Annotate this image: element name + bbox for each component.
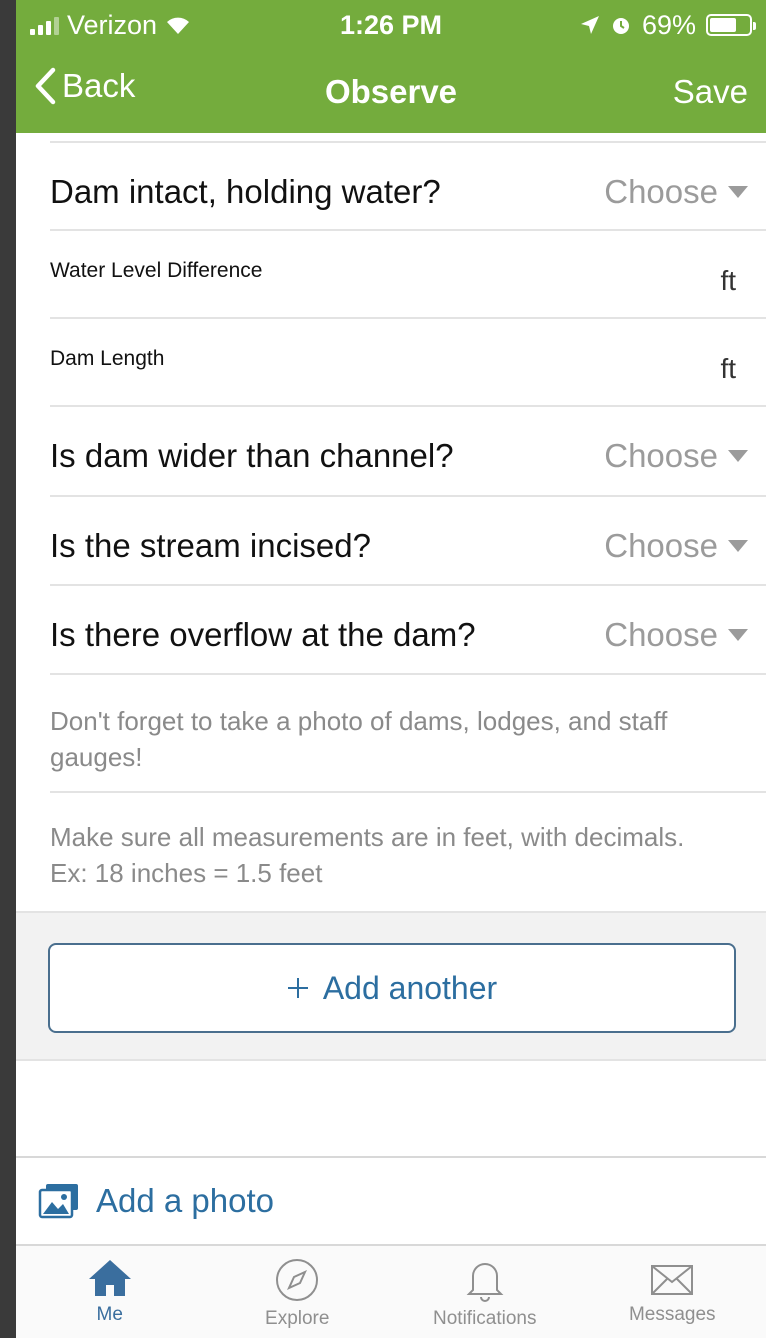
dam-wider-select[interactable]: Choose [604,437,748,475]
status-right: 69% [580,9,756,40]
add-another-label: Add another [322,969,498,1006]
photo-reminder-note: Don't forget to take a photo of dams, lo… [50,706,668,772]
add-another-section: Add another [16,911,766,1061]
field-dam-length[interactable]: Dam Length ft [50,319,766,407]
field-label: Is dam wider than channel? [50,437,454,474]
field-dam-intact[interactable]: Dam intact, holding water? Choose [50,143,766,231]
field-label: Dam intact, holding water? [50,173,441,210]
tab-bar: Me Explore Notifications Messages [16,1244,766,1338]
field-water-level-difference[interactable]: Water Level Difference ft [50,231,766,319]
select-value: Choose [604,173,718,210]
field-overflow[interactable]: Is there overflow at the dam? Choose [50,586,766,675]
form-divider [50,791,766,793]
page-title: Observe [324,73,458,110]
field-stream-incised[interactable]: Is the stream incised? Choose [50,497,766,586]
caret-down-icon [728,450,748,462]
home-icon [88,1260,131,1296]
tab-me[interactable]: Me [16,1246,204,1338]
location-arrow-icon [580,16,599,34]
caret-down-icon [728,540,748,552]
compass-icon [276,1259,319,1301]
bell-icon [466,1263,504,1302]
unit-label: ft [720,265,736,296]
overflow-select[interactable]: Choose [604,616,748,654]
field-label: Water Level Difference [50,259,263,282]
field-label: Dam Length [50,347,165,370]
unit-label: ft [720,353,736,384]
tab-label: Messages [628,1304,716,1325]
form-divider [50,133,766,143]
add-photo-button[interactable]: Add a photo [16,1156,766,1244]
battery-level [710,18,737,32]
envelope-icon [651,1265,694,1295]
field-label: Is the stream incised? [50,527,371,564]
alarm-icon [612,18,629,34]
battery-icon [706,14,756,36]
select-value: Choose [604,527,718,564]
add-photo-label: Add a photo [96,1182,274,1219]
app-header: Verizon 1:26 PM 69% Back Observe Save [16,0,766,133]
tab-label: Explore [265,1308,330,1329]
tab-label: Notifications [433,1308,537,1329]
caret-down-icon [728,629,748,641]
measurement-note: Make sure all measurements are in feet, … [50,822,685,888]
select-value: Choose [604,437,718,474]
select-value: Choose [604,616,718,653]
tab-label: Me [96,1304,123,1325]
tab-messages[interactable]: Messages [579,1246,766,1338]
nav-bar: Back Observe Save [16,55,766,125]
battery-percent: 69% [641,9,696,40]
field-label: Is there overflow at the dam? [50,616,476,653]
stream-incised-select[interactable]: Choose [604,527,748,565]
plus-icon [287,978,308,998]
save-button[interactable]: Save [673,73,748,111]
tab-notifications[interactable]: Notifications [391,1246,579,1338]
field-dam-wider[interactable]: Is dam wider than channel? Choose [50,407,766,497]
dam-intact-select[interactable]: Choose [604,173,748,211]
status-bar: Verizon 1:26 PM 69% [16,0,766,50]
caret-down-icon [728,186,748,198]
add-another-button[interactable]: Add another [48,943,736,1033]
phone-screen: Verizon 1:26 PM 69% Back Observe Save Da… [16,0,766,1338]
photo-gallery-icon [38,1184,78,1219]
tab-explore[interactable]: Explore [204,1246,392,1338]
